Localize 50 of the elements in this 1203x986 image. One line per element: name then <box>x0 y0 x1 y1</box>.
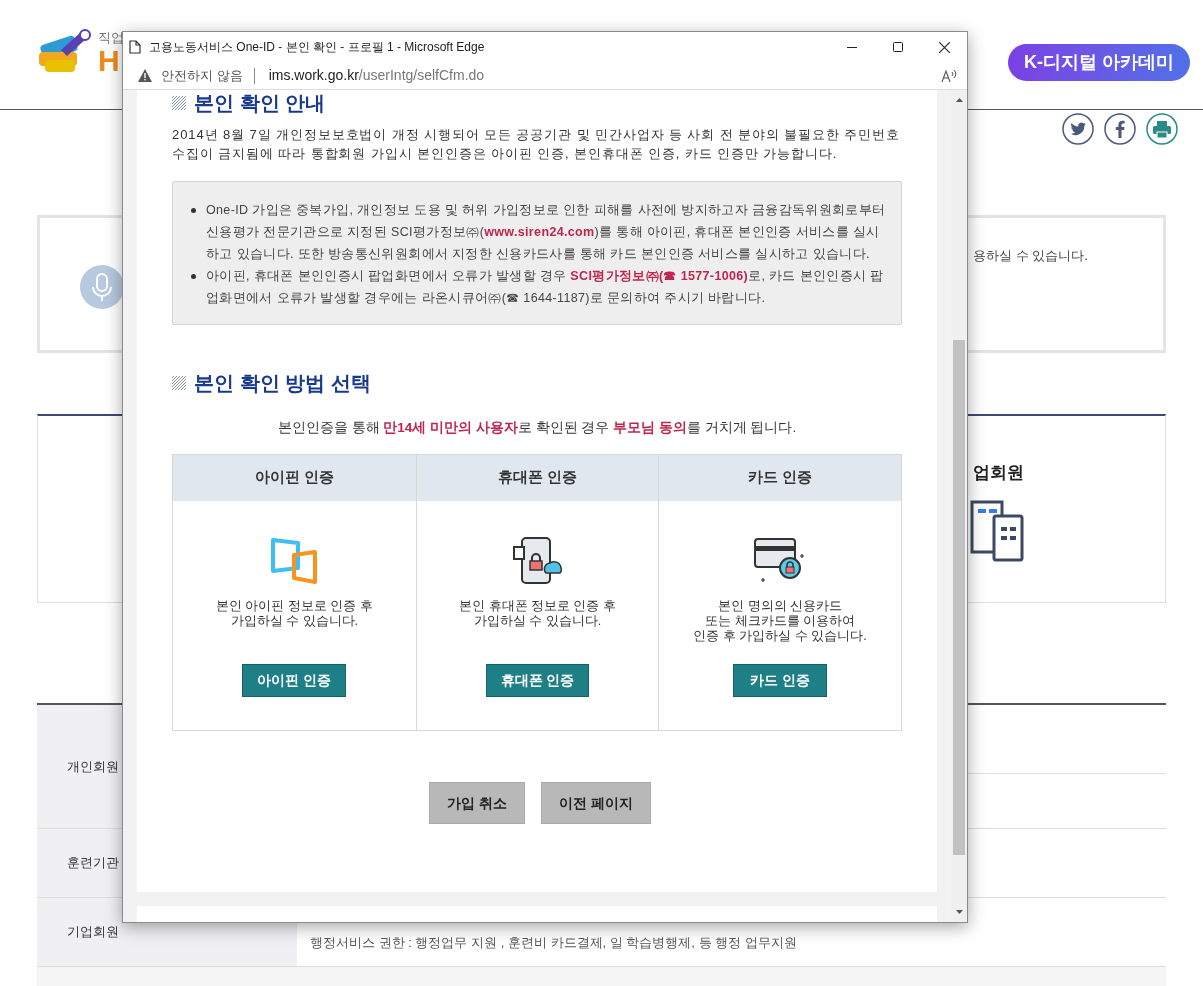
hatch-icon <box>172 96 186 110</box>
method-notice: 본인인증을 통해 만14세 미만의 사용자로 확인된 경우 부모님 동의를 거치게 됩니다. <box>276 419 798 437</box>
phone-lock-icon <box>512 537 563 586</box>
method-description: 본인 휴대폰 정보로 인증 후 가입하실 수 있습니다. <box>459 599 616 630</box>
section-heading: 본인 확인 방법 선택 <box>194 371 371 395</box>
link[interactable]: www.siren24.com <box>484 225 595 239</box>
ipin-icon <box>270 538 319 585</box>
bullet-icon <box>191 208 196 213</box>
method-description: 본인 아이핀 정보로 인증 후 가입하실 수 있습니다. <box>215 599 373 630</box>
minimize-icon <box>847 46 857 48</box>
scroll-down-icon[interactable] <box>955 910 963 914</box>
bullet-icon <box>191 274 196 279</box>
building-icon <box>970 499 1024 562</box>
scroll-up-icon[interactable] <box>955 98 963 102</box>
close-icon <box>938 41 950 53</box>
note-text: 아이핀, 휴대폰 본인인증시 팝업화면에서 오류가 발생할 경우 SCI평가정보㈜(☎ 1577-1006)로, 카드 본인인증시 팝업화면에서 오류가 발생할 경우에는 라온시큐어㈜(☎ 1644-1187)로 문의하여 주시기 바랍니다. <box>206 268 885 307</box>
bird-icon[interactable] <box>1062 113 1094 145</box>
table-row-label: 기업회원 <box>67 923 119 942</box>
url-text: ims.work.go.kr/userIntg/selfCfm.do <box>268 66 485 85</box>
method-button[interactable]: 아이핀 인증 <box>242 664 347 698</box>
academy-button[interactable]: K-디지털 아카데미 <box>1008 44 1190 81</box>
logo-caption: 직업 <box>98 31 124 44</box>
member-type-heading: 업회원 <box>973 462 1024 484</box>
scroll-thumb[interactable] <box>953 340 965 855</box>
table-row-label: 개인회원 <box>67 757 119 776</box>
page-icon <box>129 40 141 54</box>
method-button[interactable]: 카드 인증 <box>733 664 828 698</box>
guide-text: 2014년 8월 7일 개인정보보호법이 개정 시행되어 모든 공공기관 및 민간사업자 등 사회 전 분야의 불필요한 주민번호 수집이 금지됨에 따라 통합회원 가입시 본인인증은 아이핀 인증, 본인휴대폰 인증, 카드 인증만 가능합니다. <box>172 126 902 163</box>
notice-text: 용하실 수 있습니다. <box>973 247 1089 265</box>
social-f-icon[interactable] <box>1104 113 1136 145</box>
method-title: 카드 인증 <box>748 468 813 488</box>
section-heading: 본인 확인 안내 <box>194 91 326 115</box>
window-title: 고용노동서비스 One-ID - 본인 확인 - 프로필 1 - Microsoft Edge <box>149 39 485 56</box>
method-title: 아이핀 인증 <box>254 468 334 488</box>
maximize-icon <box>893 42 903 52</box>
hatch-icon <box>172 376 186 390</box>
table-row-label: 훈련기관 <box>67 854 119 873</box>
read-aloud-icon[interactable] <box>941 68 957 83</box>
method-button[interactable]: 휴대폰 인증 <box>485 664 590 698</box>
print-icon[interactable] <box>1146 113 1178 145</box>
table-cell-text: 행정서비스 권한 : 행정업무 지원 , 훈련비 카드결제, 일 학습병행제, 등 행정 업무지원 <box>310 933 798 952</box>
method-title: 휴대폰 인증 <box>497 468 577 488</box>
action-button[interactable]: 가입 취소 <box>429 782 525 825</box>
security-status: 안전하지 않음 <box>161 66 243 85</box>
warning-icon <box>138 69 152 82</box>
note-text: One-ID 가입은 중복가입, 개인정보 도용 및 허위 가입정보로 인한 피해를 사전에 방지하고자 금융감독위원회로부터 신용평가 전문기관으로 지정된 SCI평가정보㈜(www.siren24.com)를 통해 아이핀, 휴대폰 본인인증 서비스를 실시하고 있습니다. 또한 방송통신위원회에서 지정한 신용카드사를 통해 카드 본인인증 서비스를 실시하고 있습니다. <box>206 202 887 263</box>
card-lock-icon <box>754 538 807 585</box>
method-description: 본인 명의의 신용카드 또는 체크카드를 이용하여 인증 후 가입하실 수 있습니다. <box>693 599 867 645</box>
logo-text: H <box>98 46 121 76</box>
action-button[interactable]: 이전 페이지 <box>541 782 651 825</box>
